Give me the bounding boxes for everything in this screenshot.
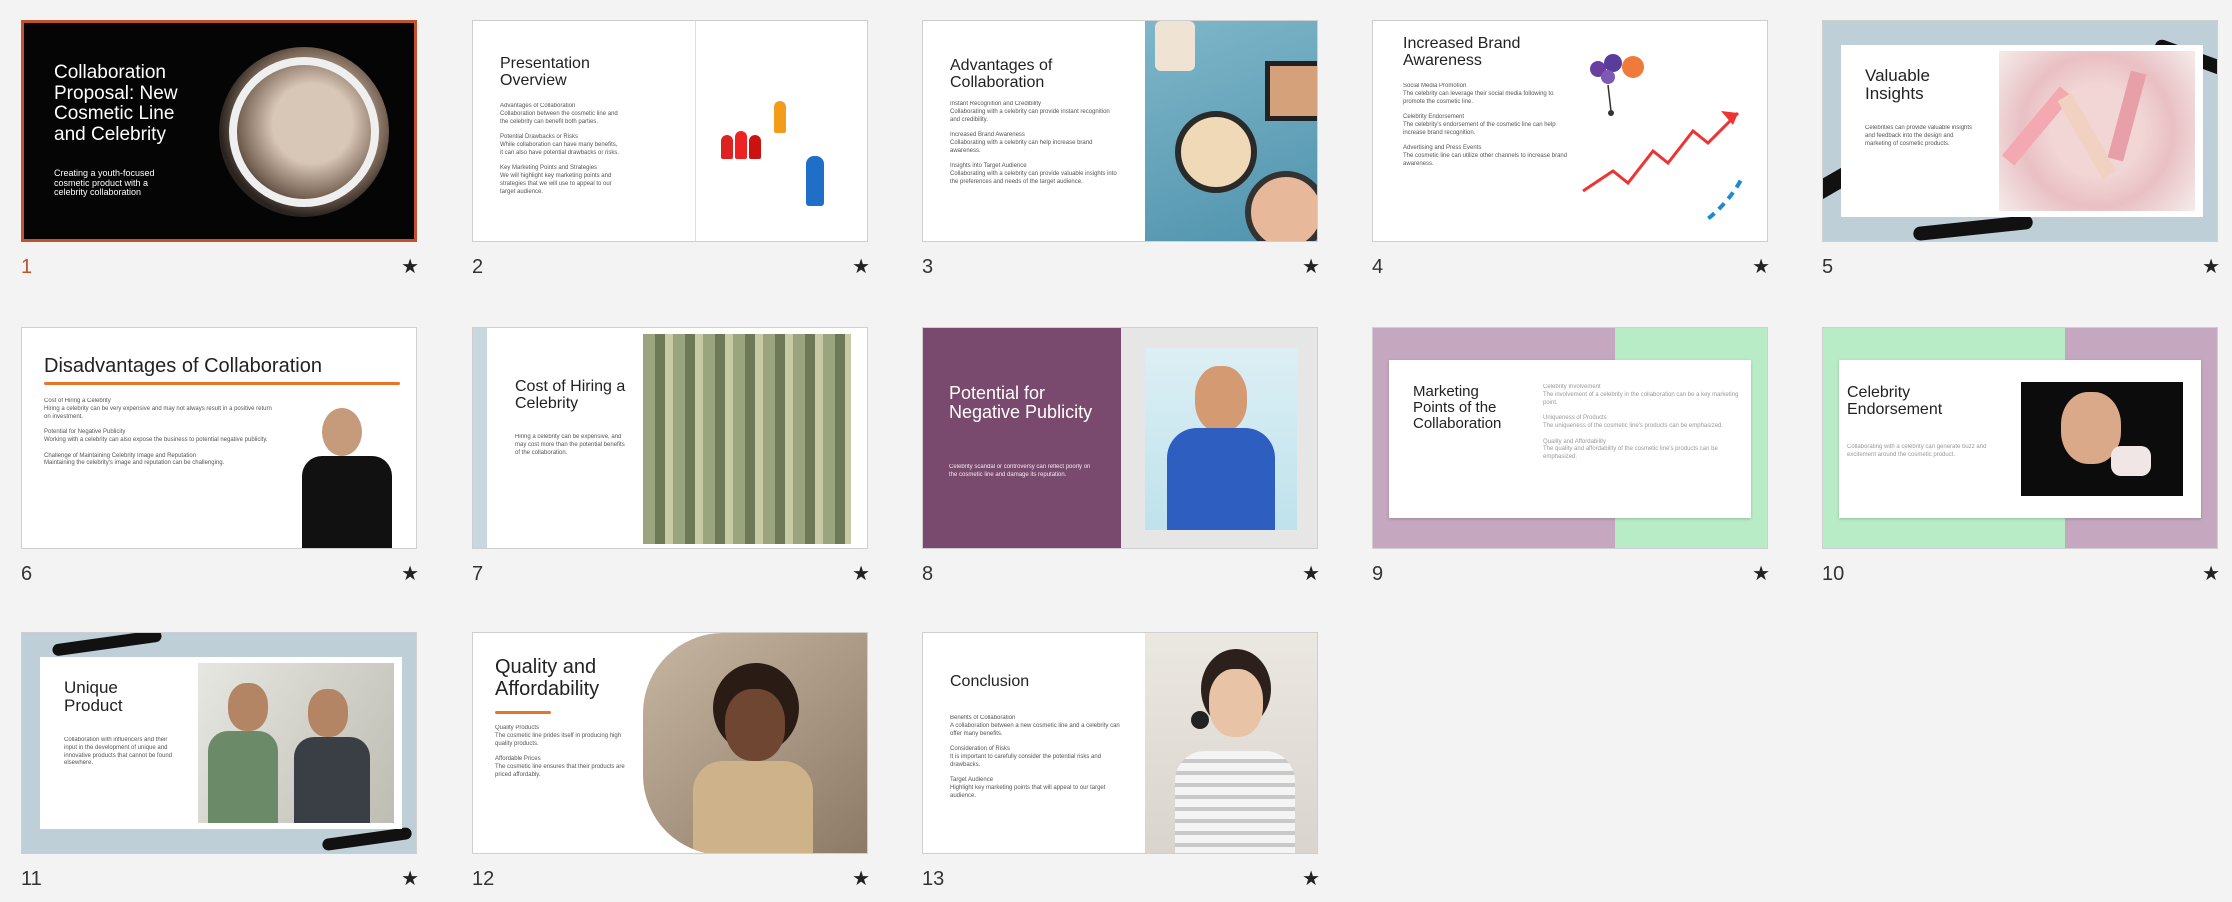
slide-subtitle: Creating a youth-focused cosmetic produc… (54, 168, 155, 198)
slide-preview: Collaboration Proposal: New Cosmetic Lin… (21, 20, 417, 242)
slide-title: Cost of Hiring a Celebrity (515, 378, 626, 413)
star-icon[interactable]: ★ (1302, 561, 1320, 586)
slide-title: Valuable Insights (1865, 66, 1930, 104)
slide-title: Celebrity Endorsement (1847, 384, 1943, 419)
slide-preview: Advantages of Collaboration Instant Reco… (922, 20, 1318, 242)
slide-preview: Marketing Points of the Collaboration Ce… (1372, 327, 1768, 549)
slide-body: Cost of Hiring a Celebrity Hiring a cele… (44, 398, 272, 467)
slide-preview: Presentation Overview Advantages of Coll… (472, 20, 868, 242)
slide-thumbnail-5[interactable]: Valuable Insights Celebrities can provid… (1822, 20, 2222, 280)
slide-thumbnail-2[interactable]: Presentation Overview Advantages of Coll… (472, 20, 872, 280)
thinking-man-photo (292, 408, 402, 548)
slide-preview: Unique Product Collaboration with influe… (21, 632, 417, 854)
slide-number: 12 (472, 868, 495, 890)
divider (695, 21, 696, 241)
slide-thumbnail-6[interactable]: Disadvantages of Collaboration Cost of H… (21, 327, 421, 587)
slide-thumbnail-10[interactable]: Celebrity Endorsement Collaborating with… (1822, 327, 2222, 587)
slide-number: 2 (472, 256, 484, 278)
slide-title: Disadvantages of Collaboration (44, 355, 322, 377)
slide-body: Celebrity scandal or controversy can ref… (949, 464, 1091, 478)
slide-number: 11 (21, 868, 42, 890)
growth-chart-illustration (1582, 54, 1745, 221)
slide-thumbnail-13[interactable]: Conclusion Benefits of Collaboration A c… (922, 632, 1322, 892)
star-icon[interactable]: ★ (401, 254, 419, 279)
slide-body: Social Media Promotion The celebrity can… (1403, 83, 1568, 167)
star-icon[interactable]: ★ (852, 254, 870, 279)
slide-body: Collaboration with influencers and their… (64, 737, 173, 767)
slide-title: Conclusion (950, 673, 1030, 690)
slide-preview: Conclusion Benefits of Collaboration A c… (922, 632, 1318, 854)
slide-title: Unique Product (64, 678, 123, 716)
slide-number: 3 (922, 256, 934, 278)
slide-thumbnail-8[interactable]: Potential for Negative Publicity Celebri… (922, 327, 1322, 587)
slide-body: Advantages of Collaboration Collaboratio… (500, 103, 620, 195)
star-icon[interactable]: ★ (1752, 254, 1770, 279)
slide-title: Advantages of Collaboration (950, 57, 1053, 92)
slide-body: Celebrities can provide valuable insight… (1865, 125, 1973, 147)
slide-thumbnail-4[interactable]: Increased Brand Awareness Social Media P… (1372, 20, 1772, 280)
slide-number: 1 (21, 256, 33, 278)
slide-thumbnail-7[interactable]: Cost of Hiring a Celebrity Hiring a cele… (472, 327, 872, 587)
star-icon[interactable]: ★ (852, 561, 870, 586)
slide-number: 5 (1822, 256, 1834, 278)
slide-title: Quality and Affordability (495, 656, 600, 700)
slide-number: 7 (472, 563, 484, 585)
star-icon[interactable]: ★ (2202, 561, 2220, 586)
slide-number: 9 (1372, 563, 1384, 585)
slide-preview: Valuable Insights Celebrities can provid… (1822, 20, 2218, 242)
slide-preview: Potential for Negative Publicity Celebri… (922, 327, 1318, 549)
star-icon[interactable]: ★ (1752, 561, 1770, 586)
star-icon[interactable]: ★ (852, 866, 870, 891)
slide-thumbnail-11[interactable]: Unique Product Collaboration with influe… (21, 632, 421, 892)
slide-number: 10 (1822, 563, 1845, 585)
slide-preview: Disadvantages of Collaboration Cost of H… (21, 327, 417, 549)
star-icon[interactable]: ★ (401, 561, 419, 586)
slide-body: Collaborating with a celebrity can gener… (1847, 444, 1987, 458)
star-icon[interactable]: ★ (1302, 866, 1320, 891)
slide-preview: Celebrity Endorsement Collaborating with… (1822, 327, 2218, 549)
slide-thumbnail-1[interactable]: Collaboration Proposal: New Cosmetic Lin… (21, 20, 421, 280)
blue-pawn (806, 156, 824, 206)
orange-pawn (774, 101, 786, 133)
star-icon[interactable]: ★ (2202, 254, 2220, 279)
slide-body: Benefits of Collaboration A collaboratio… (950, 715, 1120, 799)
dollar-bills-photo (643, 334, 851, 544)
slide-title: Marketing Points of the Collaboration (1413, 383, 1502, 433)
purple-panel (923, 328, 1121, 548)
slide-number: 6 (21, 563, 33, 585)
ring-light-frame (229, 57, 379, 207)
star-icon[interactable]: ★ (1302, 254, 1320, 279)
slide-number: 13 (922, 868, 945, 890)
toy-figure-photo (1145, 348, 1297, 530)
slide-preview: Increased Brand Awareness Social Media P… (1372, 20, 1768, 242)
woman-with-cream-photo (1145, 633, 1317, 853)
slide-title: Increased Brand Awareness (1403, 35, 1521, 70)
slide-thumbnail-9[interactable]: Marketing Points of the Collaboration Ce… (1372, 327, 1772, 587)
slide-number: 4 (1372, 256, 1384, 278)
slide-body: Instant Recognition and Credibility Coll… (950, 101, 1117, 185)
slide-title: Collaboration Proposal: New Cosmetic Lin… (54, 62, 178, 145)
slide-title: Potential for Negative Publicity (949, 383, 1093, 423)
slide-thumbnail-12[interactable]: Quality and Affordability Quality Produc… (472, 632, 872, 892)
woman-applying-lipstick-photo (643, 633, 867, 853)
slide-body: Quality Products The cosmetic line pride… (495, 725, 625, 778)
slide-preview: Cost of Hiring a Celebrity Hiring a cele… (472, 327, 868, 549)
slide-number: 8 (922, 563, 934, 585)
slide-thumbnail-3[interactable]: Advantages of Collaboration Instant Reco… (922, 20, 1322, 280)
slide-body: Celebrity Involvement The involvement of… (1543, 384, 1739, 461)
slide-title: Presentation Overview (500, 55, 590, 90)
cosmetic-tubes-photo (1999, 51, 2195, 211)
slide-body: Hiring a celebrity can be expensive, and… (515, 434, 625, 456)
men-with-3d-printer-photo (198, 663, 394, 823)
cosmetics-compacts-photo (1145, 21, 1317, 241)
slide-preview: Quality and Affordability Quality Produc… (472, 632, 868, 854)
red-pawns-image (721, 121, 771, 161)
woman-portrait-photo (2021, 382, 2183, 496)
orange-rule (495, 711, 551, 714)
orange-rule (44, 382, 400, 385)
star-icon[interactable]: ★ (401, 866, 419, 891)
